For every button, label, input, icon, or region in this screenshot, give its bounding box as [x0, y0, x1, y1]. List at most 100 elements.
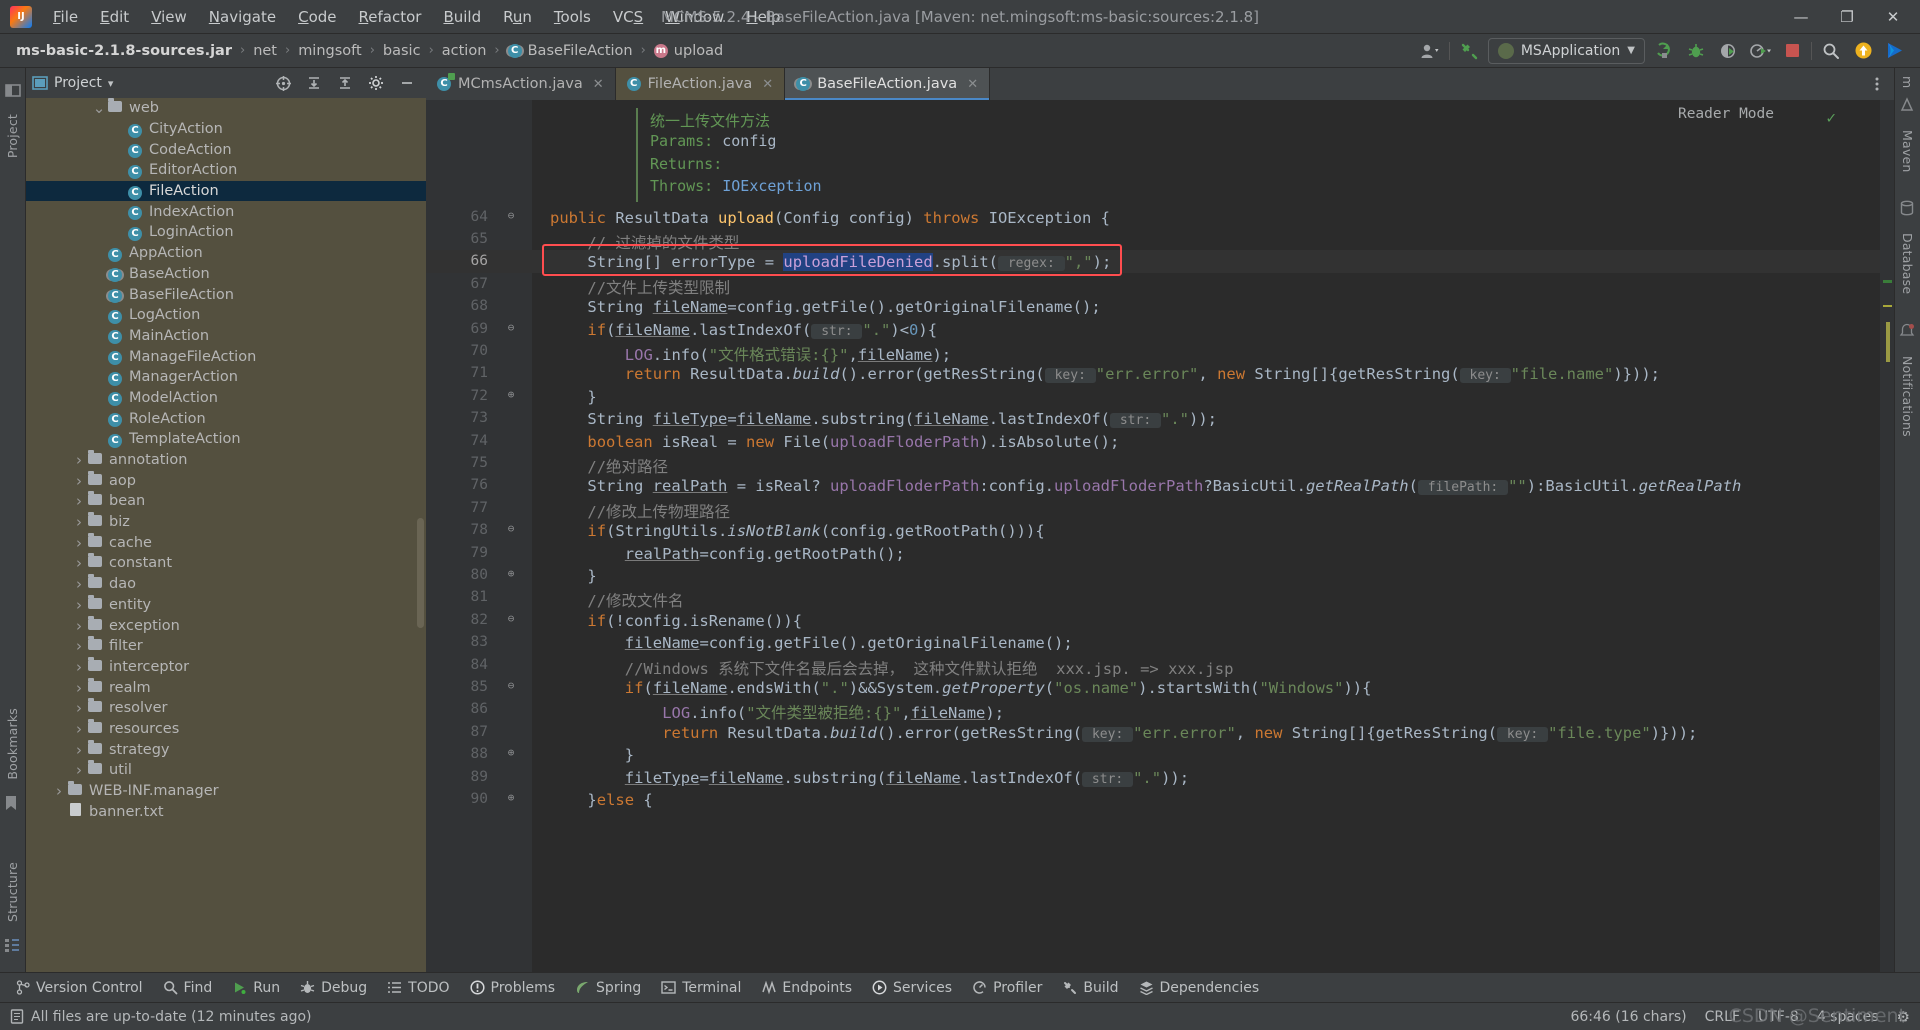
tool-window-button-terminal[interactable]: Terminal [651, 977, 751, 999]
tool-window-button-endpoints[interactable]: Endpoints [751, 977, 862, 999]
menu-navigate[interactable]: Navigate [198, 4, 287, 30]
minimize-button[interactable]: — [1778, 1, 1824, 33]
breadcrumb-class[interactable]: C BaseFileAction [504, 42, 637, 60]
code-line[interactable]: public ResultData upload(Config config) … [550, 209, 1110, 227]
fold-expand-icon[interactable]: ⊕ [504, 388, 518, 401]
right-strip-item-notifications[interactable]: Notifications [1900, 348, 1915, 445]
tree-item-roleaction[interactable]: CRoleAction [26, 408, 426, 429]
close-tab-icon[interactable]: ✕ [593, 77, 604, 92]
tool-window-button-profiler[interactable]: Profiler [962, 977, 1052, 999]
run-button[interactable] [1651, 38, 1677, 64]
code-editor[interactable]: 64⊖6566676869⊖707172⊕737475767778⊖7980⊕8… [426, 100, 1894, 972]
fold-collapse-icon[interactable]: ⊖ [504, 679, 518, 692]
code-line[interactable]: String[] errorType = uploadFileDenied.sp… [587, 253, 1111, 271]
right-strip-item-database[interactable]: Database [1900, 225, 1915, 302]
code-line[interactable]: LOG.info("文件类型被拒绝:{}",fileName); [662, 701, 1004, 723]
tree-item-mainaction[interactable]: CMainAction [26, 326, 426, 347]
tree-item-util[interactable]: ›util [26, 760, 426, 781]
run-configuration-selector[interactable]: MSApplication ▼ [1488, 38, 1645, 64]
tool-window-button-build[interactable]: Build [1052, 977, 1128, 999]
tree-item-strategy[interactable]: ›strategy [26, 739, 426, 760]
menu-file[interactable]: File [42, 4, 89, 30]
bookmarks-strip-icon[interactable] [4, 795, 22, 813]
fold-expand-icon[interactable]: ⊕ [504, 746, 518, 759]
code-line[interactable]: } [625, 746, 634, 764]
tree-twisty-collapsed-icon[interactable]: › [72, 658, 86, 676]
tool-window-button-find[interactable]: Find [153, 977, 223, 999]
tree-item-manageraction[interactable]: CManagerAction [26, 367, 426, 388]
tree-item-interceptor[interactable]: ›interceptor [26, 657, 426, 678]
code-line[interactable]: return ResultData.build().error(getResSt… [662, 724, 1697, 742]
tool-window-button-run[interactable]: Run [222, 977, 290, 999]
editor-markup-scrollbar[interactable] [1880, 100, 1894, 972]
tree-item-cityaction[interactable]: CCityAction [26, 119, 426, 140]
breadcrumb-net[interactable]: net [249, 42, 281, 60]
tree-item-annotation[interactable]: ›annotation [26, 450, 426, 471]
caret-position[interactable]: 66:46 (16 chars) [1570, 1009, 1686, 1025]
code-line[interactable]: } [587, 388, 596, 406]
tree-item-web[interactable]: ⌄web [26, 98, 426, 119]
code-line[interactable]: fileName=config.getFile().getOriginalFil… [625, 634, 1073, 652]
code-line[interactable]: String fileType=fileName.substring(fileN… [587, 410, 1217, 428]
notifications-strip-icon[interactable] [1899, 323, 1917, 341]
tool-window-button-version-control[interactable]: Version Control [6, 977, 153, 999]
tree-item-editoraction[interactable]: CEditorAction [26, 160, 426, 181]
breadcrumb-jar[interactable]: ms-basic-2.1.8-sources.jar [12, 42, 236, 60]
scrollbar-thumb[interactable] [1886, 322, 1890, 362]
code-line[interactable]: }else { [587, 791, 652, 809]
code-line[interactable]: //绝对路径 [587, 455, 668, 477]
tree-scrollbar[interactable] [417, 518, 424, 628]
menu-bar[interactable]: File Edit View Navigate Code Refactor Bu… [42, 4, 792, 30]
editor-tab-options[interactable] [1868, 68, 1894, 100]
editor-tab-mcmsaction[interactable]: C MCmsAction.java ✕ [426, 68, 616, 100]
menu-refactor[interactable]: Refactor [348, 4, 433, 30]
tree-twisty-collapsed-icon[interactable]: › [52, 782, 66, 800]
tree-item-fileaction[interactable]: CFileAction [26, 181, 426, 202]
tree-twisty-collapsed-icon[interactable]: › [72, 617, 86, 635]
close-button[interactable]: ✕ [1870, 1, 1916, 33]
breadcrumb-mingsoft[interactable]: mingsoft [294, 42, 366, 60]
code-line[interactable]: //Windows 系统下文件名最后会去掉， 这种文件默认拒绝 xxx.jsp.… [625, 657, 1234, 679]
editor-tab-basefileaction[interactable]: C BaseFileAction.java ✕ [785, 68, 990, 100]
code-line[interactable]: fileType=fileName.substring(fileName.las… [625, 769, 1189, 787]
fold-expand-icon[interactable]: ⊕ [504, 567, 518, 580]
menu-edit[interactable]: Edit [89, 4, 140, 30]
code-line[interactable]: String fileName=config.getFile().getOrig… [587, 298, 1100, 316]
run-with-coverage-button[interactable] [1715, 38, 1741, 64]
fold-expand-icon[interactable]: ⊕ [504, 791, 518, 804]
database-strip-icon[interactable] [1899, 200, 1917, 218]
tree-item-resources[interactable]: ›resources [26, 719, 426, 740]
breadcrumb-action[interactable]: action [438, 42, 491, 60]
tree-item-modelaction[interactable]: CModelAction [26, 388, 426, 409]
left-strip-item-project[interactable]: Project [5, 106, 20, 166]
code-line[interactable]: LOG.info("文件格式错误:{}",fileName); [625, 343, 951, 365]
code-line[interactable]: if(fileName.lastIndexOf( str: ".")<0){ [587, 321, 937, 339]
code-line[interactable]: //修改文件名 [587, 589, 683, 611]
hide-panel-icon[interactable] [394, 70, 420, 96]
tool-window-button-debug[interactable]: Debug [290, 977, 377, 999]
right-strip-item-m[interactable]: m [1900, 74, 1915, 90]
collapse-all-icon[interactable] [332, 70, 358, 96]
reader-mode-label[interactable]: Reader Mode [1678, 106, 1774, 122]
tree-twisty-collapsed-icon[interactable]: › [72, 472, 86, 490]
fold-collapse-icon[interactable]: ⊖ [504, 522, 518, 535]
tool-window-button-spring[interactable]: Spring [565, 977, 651, 999]
status-gear-icon[interactable]: ⚙ [1897, 1008, 1910, 1026]
tree-twisty-collapsed-icon[interactable]: › [72, 741, 86, 759]
tree-item-exception[interactable]: ›exception [26, 615, 426, 636]
tree-twisty-collapsed-icon[interactable]: › [72, 451, 86, 469]
maximize-button[interactable]: ❐ [1824, 1, 1870, 33]
file-encoding[interactable]: UTF-8 [1758, 1009, 1799, 1025]
tool-window-button-dependencies[interactable]: Dependencies [1129, 977, 1270, 999]
project-tree[interactable]: ⌄webCCityActionCCodeActionCEditorActionC… [26, 98, 426, 972]
project-strip-icon[interactable] [4, 81, 22, 99]
code-line[interactable]: //修改上传物理路径 [587, 500, 730, 522]
tree-item-filter[interactable]: ›filter [26, 636, 426, 657]
tree-item-indexaction[interactable]: CIndexAction [26, 201, 426, 222]
code-line[interactable]: //文件上传类型限制 [587, 276, 730, 298]
code-line[interactable]: if(!config.isRename()){ [587, 612, 802, 630]
left-strip-item-structure[interactable]: Structure [5, 854, 20, 930]
expand-all-icon[interactable] [301, 70, 327, 96]
build-hammer-icon[interactable] [1456, 38, 1482, 64]
tree-item-templateaction[interactable]: CTemplateAction [26, 429, 426, 450]
